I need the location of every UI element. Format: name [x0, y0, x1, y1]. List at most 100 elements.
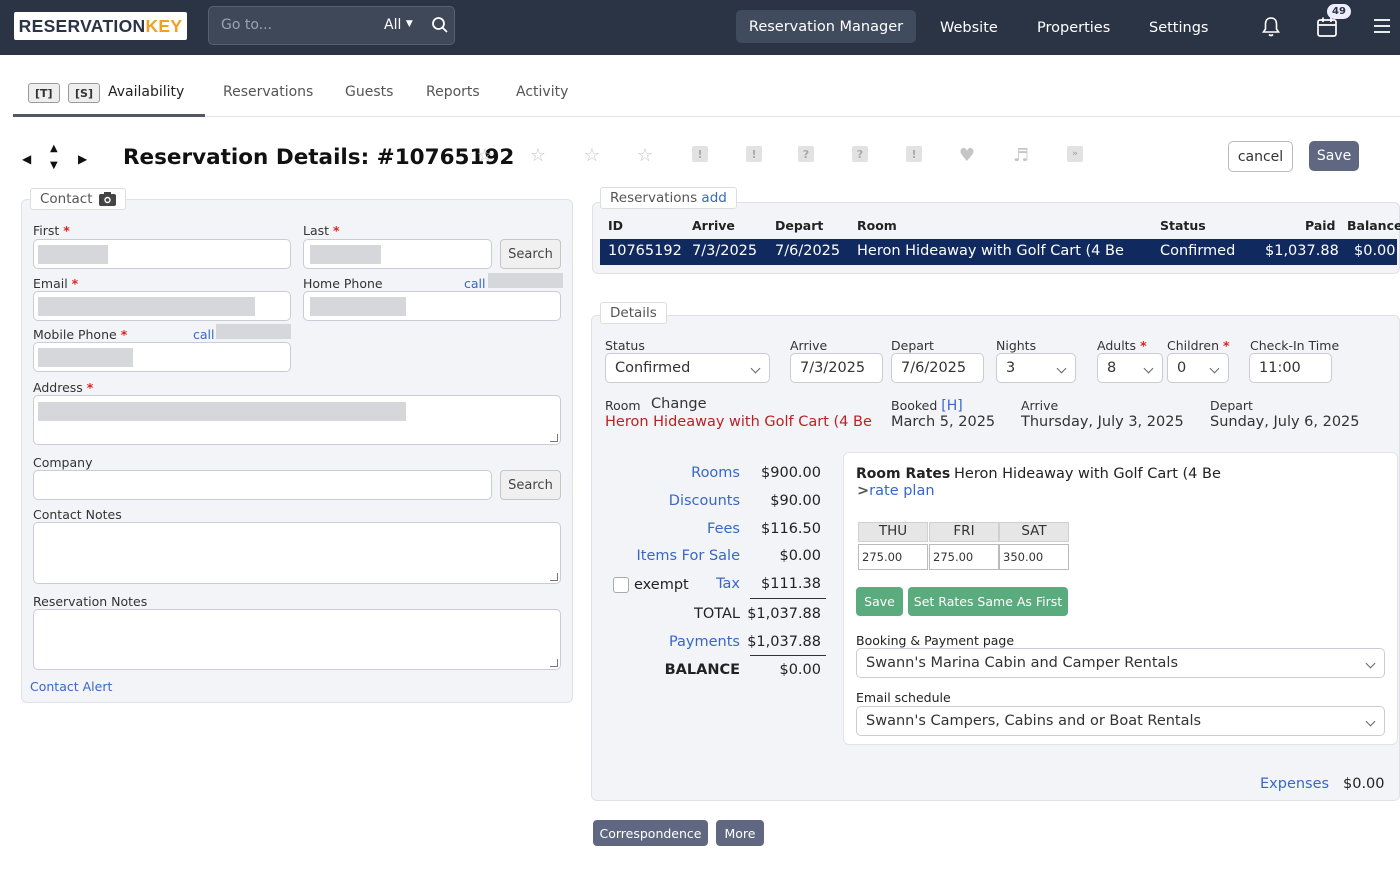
nav-website[interactable]: Website	[940, 0, 998, 55]
reservation-notes-label: Reservation Notes	[33, 594, 148, 609]
adults-select[interactable]: 8	[1097, 353, 1163, 383]
add-reservation-link[interactable]: add	[701, 190, 726, 206]
room-rates-panel: Room Rates Heron Hideaway with Golf Cart…	[843, 452, 1398, 745]
hamburger-menu-icon[interactable]	[1372, 17, 1392, 35]
contact-notes-textarea[interactable]	[33, 522, 561, 584]
contact-legend: Contact	[30, 188, 126, 210]
tab-guests[interactable]: Guests	[345, 84, 393, 100]
nav-reservation-manager[interactable]: Reservation Manager	[736, 10, 916, 43]
tax-exempt-checkbox[interactable]	[613, 577, 629, 593]
status-select[interactable]: Confirmed	[605, 353, 770, 383]
sub-tabs: [T] [S] Availability Reservations Guests…	[13, 70, 1400, 117]
tab-reservations[interactable]: Reservations	[223, 84, 313, 100]
search-icon[interactable]	[431, 16, 449, 34]
arrive-date-input[interactable]: 7/3/2025	[790, 353, 883, 383]
goto-scope-dropdown[interactable]: All ▼	[384, 17, 413, 33]
children-label: Children *	[1167, 338, 1230, 353]
exclamation-icon[interactable]: !	[746, 146, 762, 162]
heart-icon[interactable]: ♥	[958, 145, 976, 166]
balance-value: $0.00	[779, 662, 821, 678]
reservation-notes-textarea[interactable]	[33, 609, 561, 670]
star-icon[interactable]: ☆	[476, 145, 494, 166]
save-button[interactable]: Save	[1309, 141, 1359, 171]
home-phone-label: Home Phone	[303, 276, 383, 291]
day-header-thu: THU	[858, 522, 928, 542]
star-icon[interactable]: ☆	[529, 145, 547, 166]
arrive-label-2: Arrive	[1021, 398, 1059, 413]
shortcut-t-button[interactable]: [T]	[28, 83, 60, 103]
redacted-value	[488, 273, 563, 288]
save-rates-button[interactable]: Save	[856, 587, 903, 616]
redacted-value	[38, 245, 108, 264]
details-legend: Details	[600, 302, 667, 324]
rate-input-thu[interactable]: 275.00	[858, 544, 928, 570]
col-arrive: Arrive	[692, 218, 735, 233]
next-arrow-icon[interactable]: ▶	[78, 152, 87, 166]
mobile-phone-call-link[interactable]: call	[193, 327, 214, 342]
calendar-icon[interactable]	[1316, 16, 1338, 38]
rate-plan-toggle[interactable]: >rate plan	[857, 483, 935, 499]
rate-input-sat[interactable]: 350.00	[999, 544, 1069, 570]
name-search-button[interactable]: Search	[500, 239, 561, 269]
last-name-label: Last *	[303, 223, 340, 238]
tab-activity[interactable]: Activity	[516, 84, 568, 100]
room-name: Heron Hideaway with Golf Cart (4 Be	[605, 414, 872, 430]
shortcut-s-button[interactable]: [S]	[68, 83, 100, 103]
col-room: Room	[857, 218, 897, 233]
email-schedule-select[interactable]: Swann's Campers, Cabins and or Boat Rent…	[856, 706, 1385, 736]
top-bar: RESERVATIONKEY All ▼ Reservation Manager…	[0, 0, 1400, 55]
bell-icon[interactable]	[1261, 16, 1281, 38]
booked-history-link[interactable]: [H]	[941, 398, 962, 414]
question-icon[interactable]: ?	[852, 146, 868, 162]
logo[interactable]: RESERVATION KEY	[14, 12, 187, 40]
star-icon[interactable]: ☆	[583, 145, 601, 166]
booked-date[interactable]: March 5, 2025	[891, 414, 995, 430]
company-input[interactable]	[33, 470, 492, 500]
music-icon[interactable]: ♬	[1012, 145, 1030, 166]
redacted-value	[310, 297, 406, 316]
rate-input-fri[interactable]: 275.00	[929, 544, 999, 570]
contact-alert-link[interactable]: Contact Alert	[30, 679, 112, 694]
goto-input[interactable]	[221, 17, 371, 33]
depart-date-input[interactable]: 7/6/2025	[891, 353, 984, 383]
change-room-link[interactable]: Change	[651, 396, 707, 412]
items-for-sale-link[interactable]: Items For Sale	[615, 548, 740, 564]
discounts-link[interactable]: Discounts	[640, 493, 740, 509]
more-button[interactable]: More	[716, 820, 764, 846]
payments-value: $1,037.88	[747, 634, 821, 650]
tab-reports[interactable]: Reports	[426, 84, 480, 100]
forward-icon[interactable]: »	[1067, 146, 1083, 162]
camera-icon[interactable]	[98, 192, 116, 206]
discounts-value: $90.00	[770, 493, 821, 509]
col-paid: Paid	[1305, 218, 1336, 233]
set-rates-same-button[interactable]: Set Rates Same As First	[908, 587, 1068, 616]
company-search-button[interactable]: Search	[500, 470, 561, 500]
star-icon[interactable]: ☆	[636, 145, 654, 166]
exclamation-icon[interactable]: !	[692, 146, 708, 162]
table-row[interactable]: 10765192 7/3/2025 7/6/2025 Heron Hideawa…	[600, 239, 1397, 265]
expenses-link[interactable]: Expenses	[1260, 776, 1329, 792]
tab-availability[interactable]: Availability	[108, 84, 184, 100]
cancel-button[interactable]: cancel	[1228, 141, 1293, 172]
down-arrow-icon[interactable]: ▼	[50, 160, 58, 171]
nav-properties[interactable]: Properties	[1037, 0, 1110, 55]
nights-select[interactable]: 3	[996, 353, 1076, 383]
reservations-legend: Reservations add	[600, 187, 737, 209]
home-phone-call-link[interactable]: call	[464, 276, 485, 291]
booking-page-select[interactable]: Swann's Marina Cabin and Camper Rentals	[856, 648, 1385, 678]
room-label: Room	[605, 398, 641, 413]
exclamation-icon[interactable]: !	[906, 146, 922, 162]
tax-link[interactable]: Tax	[690, 576, 740, 592]
prev-arrow-icon[interactable]: ◀	[22, 152, 31, 166]
arrive-date-text: Thursday, July 3, 2025	[1021, 414, 1184, 430]
up-arrow-icon[interactable]: ▲	[50, 143, 58, 154]
correspondence-button[interactable]: Correspondence	[593, 820, 708, 846]
page-title: Reservation Details: #10765192	[123, 145, 515, 170]
fees-link[interactable]: Fees	[640, 521, 740, 537]
nav-settings[interactable]: Settings	[1149, 0, 1208, 55]
rooms-link[interactable]: Rooms	[640, 465, 740, 481]
checkin-time-input[interactable]: 11:00	[1249, 353, 1332, 383]
payments-link[interactable]: Payments	[640, 634, 740, 650]
question-icon[interactable]: ?	[798, 146, 814, 162]
children-select[interactable]: 0	[1167, 353, 1229, 383]
